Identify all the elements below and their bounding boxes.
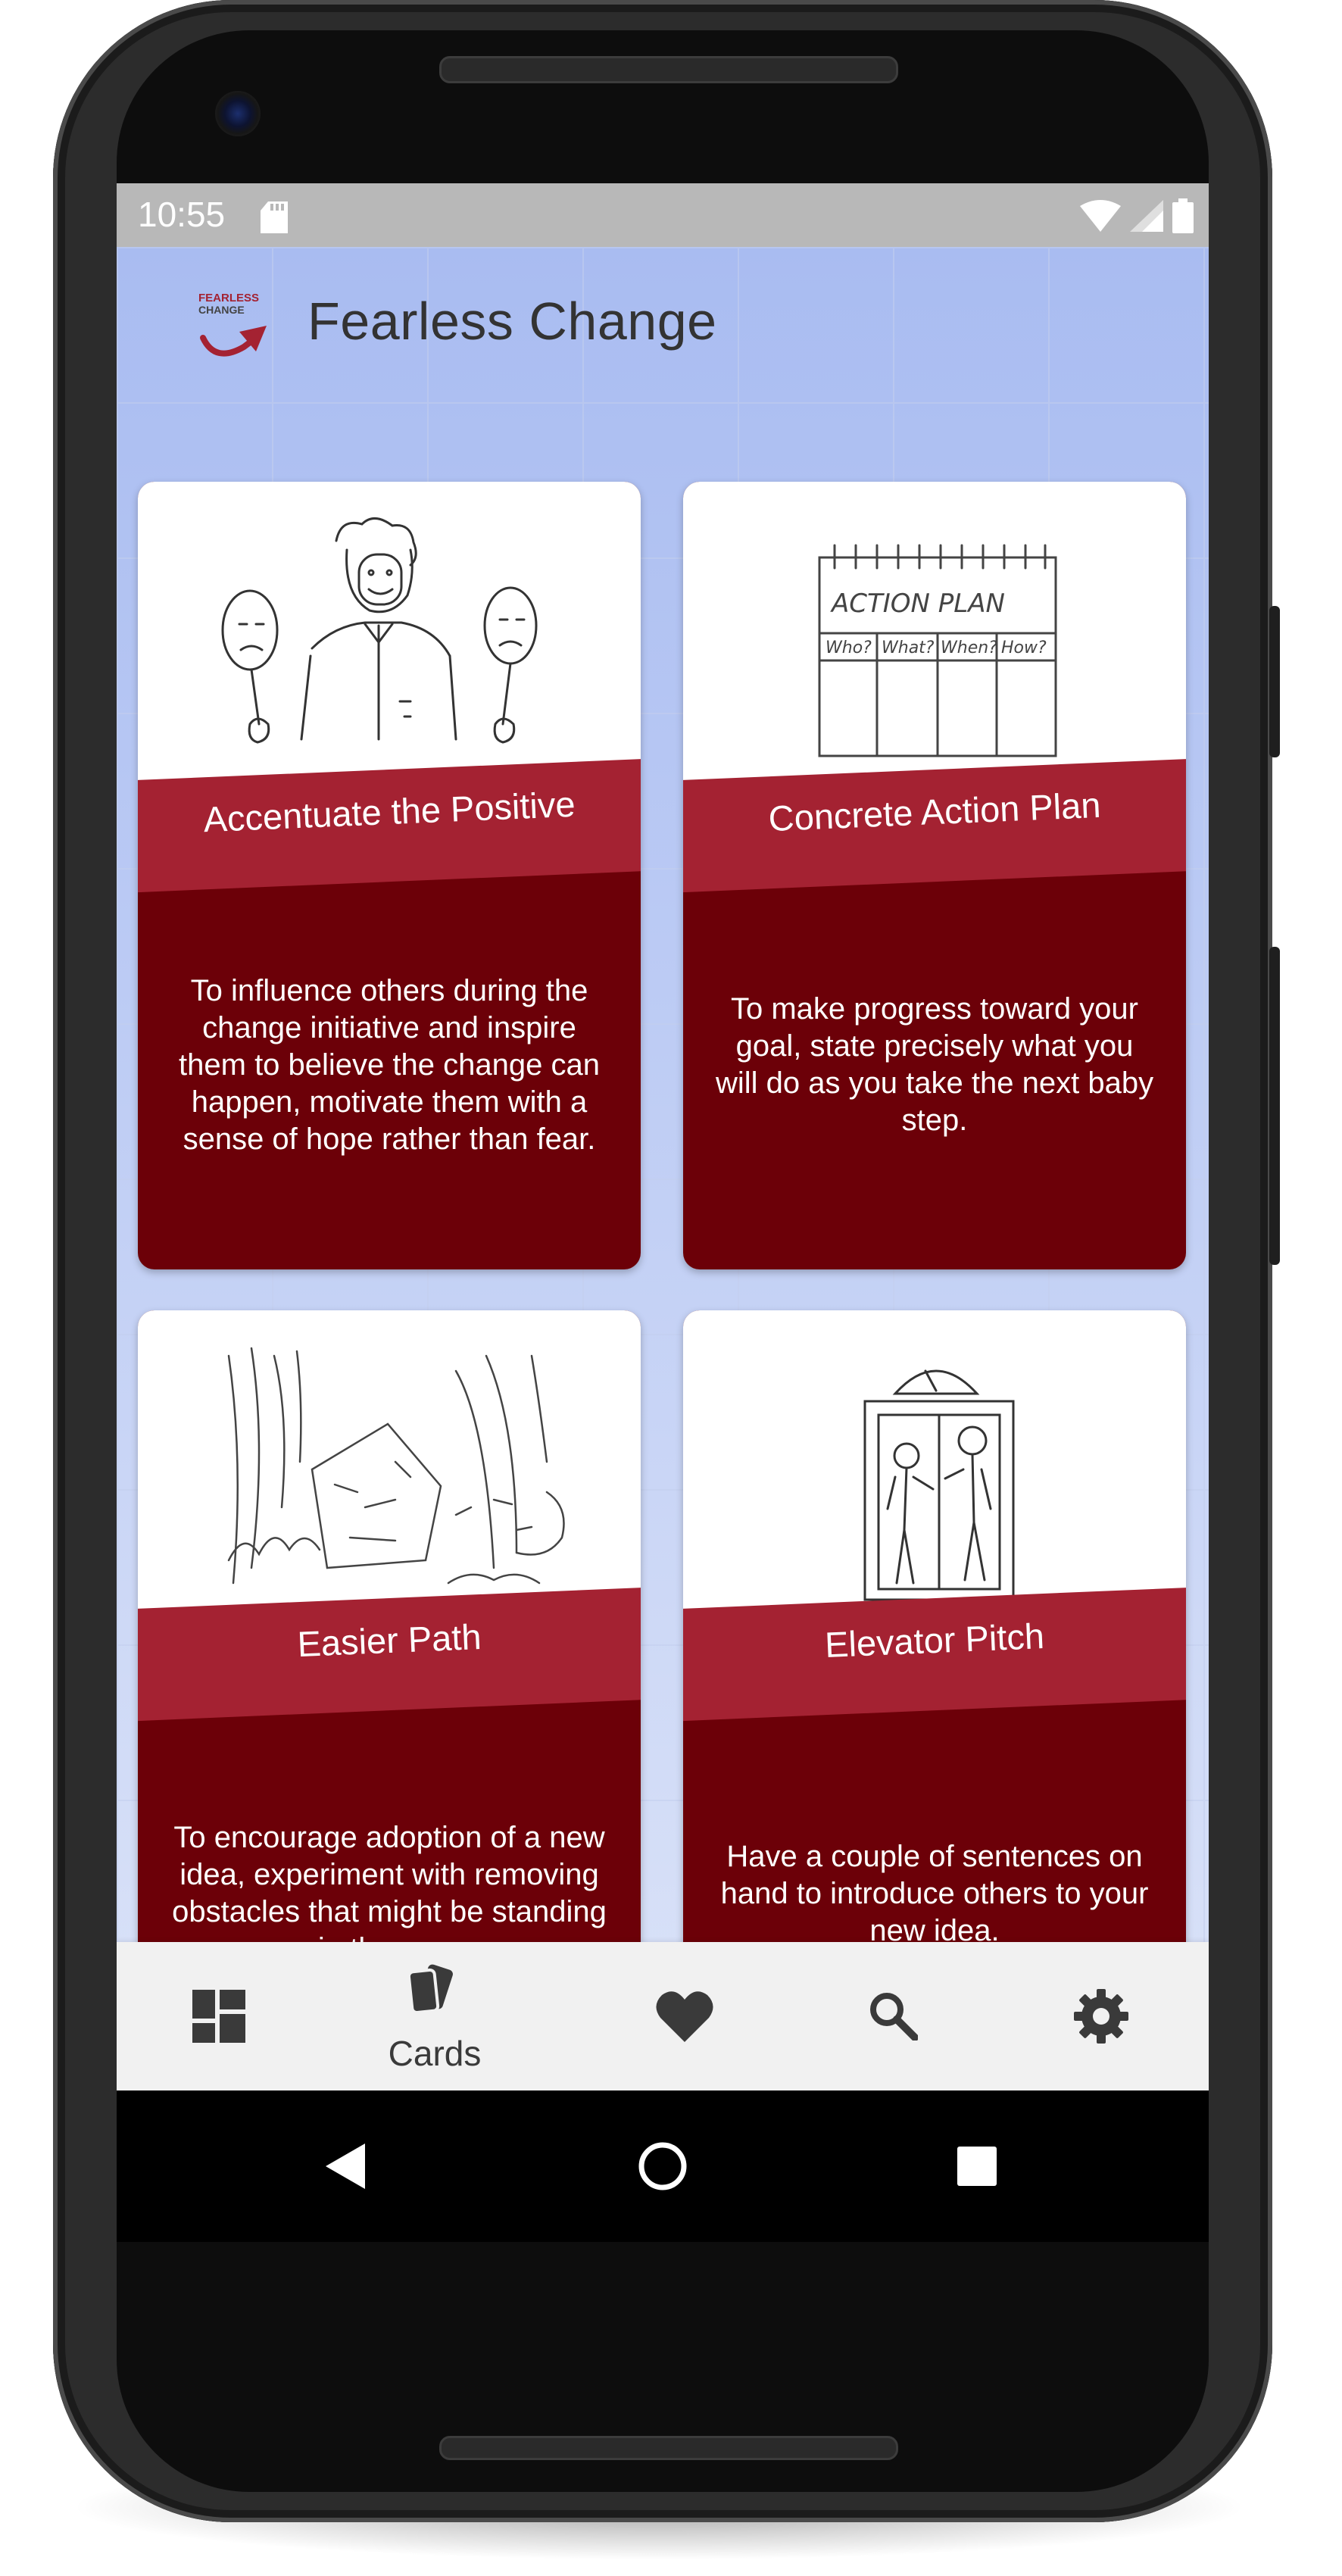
app-content: FEARLESS CHANGE Fearless Change Accentua… [117,247,1209,2090]
card-concrete-action-plan[interactable]: ACTION PLAN Who? What? When? How? Concre… [683,482,1186,1269]
back-icon[interactable] [324,2144,367,2189]
system-navigation-bar [117,2090,1209,2242]
power-button [1269,606,1280,757]
svg-text:Who?: Who? [825,639,872,657]
card-description: To make progress toward your goal, state… [715,992,1154,1137]
svg-text:When?: When? [941,639,997,657]
volume-button [1269,947,1280,1265]
bottom-navigation: Cards [117,1942,1209,2090]
dashboard-icon [192,1990,245,2043]
boulder-sketch-image [227,1347,565,1585]
wifi-icon [1080,200,1121,236]
card-image: ACTION PLAN Who? What? When? How? [683,482,1186,800]
recents-icon[interactable] [956,2145,998,2187]
status-time: 10:55 [138,195,226,234]
cards-icon [407,1964,453,2015]
nav-search[interactable] [817,1942,969,2090]
action-plan-sketch-image: ACTION PLAN Who? What? When? How? [818,544,1057,757]
signal-icon [1130,200,1163,236]
card-image [138,1310,641,1628]
svg-text:CHANGE: CHANGE [198,304,245,316]
status-bar: 10:55 [117,183,1209,247]
screen: 10:55 FEARLESS CHANGE Fearless Change Ac… [117,183,1209,2242]
masks-sketch-image [221,517,538,744]
elevator-sketch-image [863,1369,1015,1601]
app-logo-icon: FEARLESS CHANGE [198,292,267,357]
app-bar: FEARLESS CHANGE Fearless Change [117,247,1209,395]
front-camera [215,91,261,136]
card-accentuate-the-positive[interactable]: Accentuate the Positive To influence oth… [138,482,641,1269]
card-image [683,1310,1186,1628]
nav-dashboard[interactable] [143,1942,295,2090]
svg-text:What?: What? [882,639,935,657]
card-image [138,482,641,800]
nav-settings[interactable] [1025,1942,1177,2090]
nav-cards-label: Cards [388,2034,482,2073]
app-title: Fearless Change [307,292,717,351]
svg-text:ACTION PLAN: ACTION PLAN [830,589,1005,619]
nav-favorites[interactable] [609,1942,760,2090]
top-speaker [439,56,898,83]
nav-cards[interactable]: Cards [359,1942,510,2090]
heart-icon [656,1991,713,2042]
svg-text:FEARLESS: FEARLESS [198,292,259,304]
bottom-speaker [439,2436,898,2460]
card-description: To influence others during the change in… [179,973,600,1156]
sd-card-icon [261,201,288,237]
battery-icon [1172,198,1194,237]
search-icon [870,1993,918,2041]
svg-text:How?: How? [1001,639,1047,657]
gear-icon [1074,1989,1128,2044]
home-icon[interactable] [636,2140,689,2193]
